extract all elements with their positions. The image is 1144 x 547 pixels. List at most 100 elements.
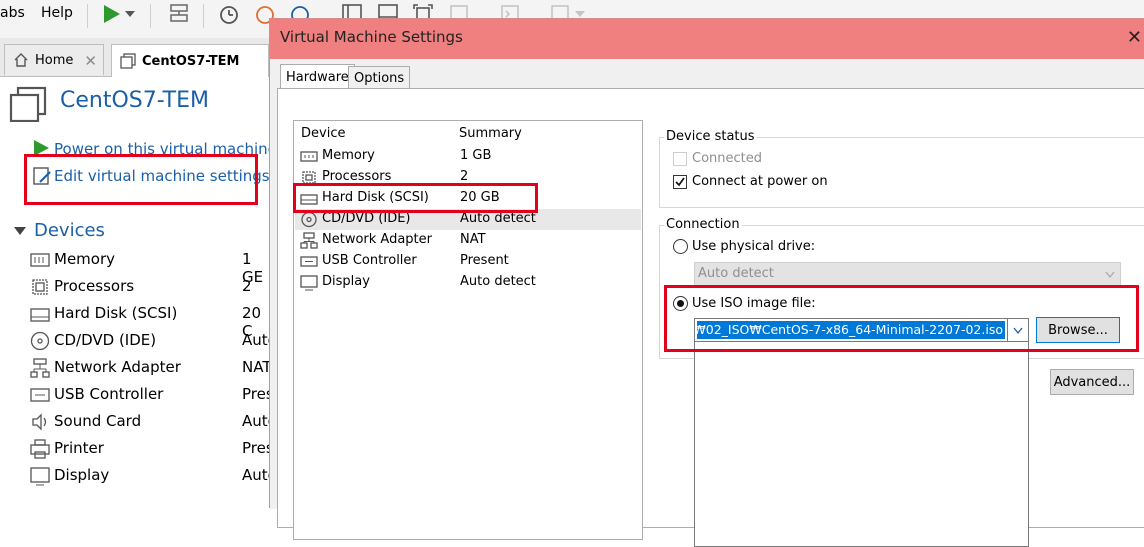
cd-dvd-icon (30, 331, 50, 351)
tab-home[interactable]: Home ✕ (4, 44, 104, 75)
power-on-link[interactable]: Power on this virtual machine (54, 140, 277, 158)
hardware-row[interactable]: Network Adapter NAT (295, 230, 641, 251)
iso-image-radio[interactable] (673, 296, 688, 311)
connect-at-power-on-label: Connect at power on (692, 174, 828, 189)
power-dropdown-button[interactable] (122, 1, 138, 27)
processor-icon (302, 171, 316, 184)
hardware-row[interactable]: Hard Disk (SCSI) 20 GB (295, 188, 641, 209)
hardware-device-name: Memory (322, 148, 375, 163)
menu-tabs[interactable]: abs (0, 5, 25, 21)
tab-options[interactable]: Options (348, 66, 411, 90)
browse-button[interactable]: Browse... (1036, 317, 1120, 343)
iso-image-label: Use ISO image file: (692, 296, 816, 311)
physical-drive-radio[interactable] (673, 239, 688, 254)
hardware-device-name: Network Adapter (322, 232, 432, 247)
network-adapter-icon (30, 358, 50, 378)
toolbar-separator (150, 4, 151, 28)
hardware-device-name: Processors (322, 169, 392, 184)
device-summary-row[interactable]: Display Auto (30, 464, 277, 490)
tab-hardware[interactable]: Hardware (280, 64, 355, 90)
device-summary-row[interactable]: CD/DVD (IDE) Auto (30, 329, 277, 355)
device-name: Network Adapter (54, 358, 181, 376)
hardware-summary: Present (460, 253, 509, 268)
tab-strip: Home ✕ CentOS7-TEM (0, 38, 290, 77)
snapshot-button[interactable] (216, 1, 242, 27)
iso-path-value[interactable]: C₩02_ISO₩CentOS-7-x86_64-Minimal-2207-02… (697, 322, 1003, 337)
display-icon (30, 466, 50, 486)
close-icon[interactable]: ✕ (84, 52, 97, 70)
chevron-down-icon (575, 11, 585, 17)
iso-path-combobox[interactable]: C₩02_ISO₩CentOS-7-x86_64-Minimal-2207-02… (694, 318, 1029, 342)
column-header-summary[interactable]: Summary (459, 126, 522, 141)
processor-icon (30, 277, 50, 297)
network-adapter-icon (300, 232, 318, 249)
device-status-group (659, 137, 1144, 208)
hardware-device-list[interactable]: Device Summary Memory 1 GB Processors 2 Hard… (293, 120, 643, 540)
device-summary-row[interactable]: Sound Card Auto (30, 410, 277, 436)
device-name: Display (54, 466, 110, 484)
toolbar-separator (203, 4, 204, 28)
usb-icon (300, 253, 318, 270)
hardware-row[interactable]: Processors 2 (295, 167, 641, 188)
device-name: USB Controller (54, 385, 164, 403)
device-summary-row[interactable]: USB Controller Pres (30, 383, 275, 409)
menu-help[interactable]: Help (41, 5, 73, 21)
hardware-summary: 20 GB (460, 190, 500, 205)
sound-card-icon (32, 413, 47, 431)
tab-centos7-tem[interactable]: CentOS7-TEM (111, 44, 269, 77)
processor-icon (32, 279, 48, 295)
checkmark-icon (675, 177, 685, 187)
hard-disk-icon (300, 190, 318, 207)
advanced-button[interactable]: Advanced... (1050, 369, 1134, 395)
connected-label: Connected (692, 151, 763, 166)
chevron-down-icon (125, 11, 135, 17)
cd-dvd-icon (30, 331, 50, 351)
hardware-summary: 1 GB (460, 148, 492, 163)
device-summary-row[interactable]: Processors 2 (30, 275, 275, 301)
connect-at-power-on-checkbox[interactable] (673, 175, 687, 189)
collapse-caret-icon[interactable] (14, 226, 26, 236)
hard-disk-icon (300, 194, 318, 205)
device-name: Memory (54, 250, 116, 268)
hardware-tab-page: Device Summary Memory 1 GB Processors 2 Hard… (277, 88, 1144, 547)
connected-checkbox[interactable] (673, 152, 687, 166)
tab-label: CentOS7-TEM (142, 53, 240, 69)
cd-dvd-icon (301, 211, 317, 228)
device-summary-row[interactable]: Printer Pres (30, 437, 275, 463)
hardware-device-name: Hard Disk (SCSI) (322, 190, 429, 205)
hardware-row[interactable]: CD/DVD (IDE) Auto detect (295, 209, 641, 230)
device-summary-row[interactable]: Memory 1 GE (30, 248, 275, 286)
hardware-device-name: USB Controller (322, 253, 417, 268)
usb-icon (300, 256, 318, 267)
play-icon (34, 140, 49, 156)
hardware-row[interactable]: USB Controller Present (295, 251, 641, 272)
device-summary-row[interactable]: Hard Disk (SCSI) 20 C (30, 302, 275, 340)
close-icon[interactable]: ✕ (1127, 27, 1142, 48)
iso-dropdown-toggle[interactable] (1007, 319, 1028, 341)
column-header-device[interactable]: Device (301, 126, 345, 141)
vm-icon (120, 53, 136, 69)
hardware-row[interactable]: Display Auto detect (295, 272, 641, 293)
usb-icon (30, 385, 50, 405)
edit-settings-link[interactable]: Edit virtual machine settings (54, 167, 270, 185)
vm-title: CentOS7-TEM (60, 88, 209, 113)
dialog-body: Hardware Options Device Summary Memory 1 … (270, 59, 1144, 547)
physical-drive-select[interactable]: Auto detect (694, 262, 1121, 286)
hard-disk-icon (30, 308, 50, 322)
tab-label: Home (35, 52, 74, 68)
send-keys-button[interactable] (166, 1, 192, 27)
iso-dropdown-list[interactable] (694, 318, 1029, 547)
printer-icon (30, 439, 50, 459)
hardware-summary: 2 (460, 169, 469, 184)
power-on-button[interactable] (98, 1, 124, 27)
hardware-summary: Auto detect (460, 211, 536, 226)
device-name: CD/DVD (IDE) (54, 331, 157, 349)
device-summary-row[interactable]: Network Adapter NAT (30, 356, 275, 382)
display-icon (300, 274, 318, 291)
device-status-label: Device status (664, 129, 757, 144)
home-icon (14, 53, 28, 67)
memory-icon (300, 148, 318, 165)
vm-large-icon (9, 86, 47, 122)
cd-dvd-icon (300, 211, 318, 228)
hardware-row[interactable]: Memory 1 GB (295, 146, 641, 167)
